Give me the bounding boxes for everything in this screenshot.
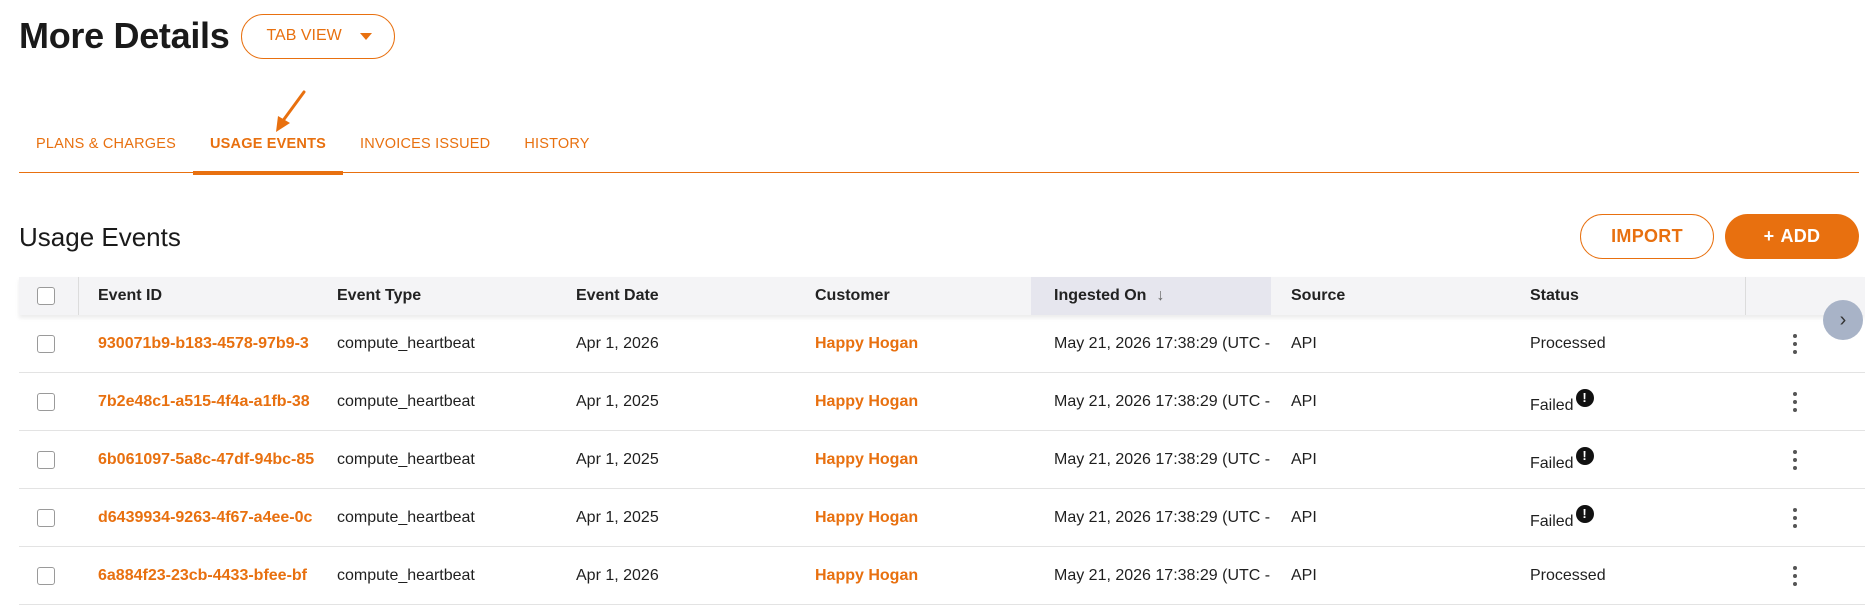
customer-link[interactable]: Happy Hogan bbox=[815, 509, 1015, 527]
event-date: Apr 1, 2026 bbox=[576, 334, 659, 352]
event-type: compute_heartbeat bbox=[337, 334, 475, 352]
error-icon[interactable]: ! bbox=[1575, 388, 1594, 407]
source: API bbox=[1291, 392, 1317, 410]
add-button[interactable]: + ADD bbox=[1725, 214, 1859, 259]
event-date: Apr 1, 2025 bbox=[576, 392, 659, 410]
source: API bbox=[1291, 450, 1317, 468]
plus-icon: + bbox=[1763, 226, 1775, 246]
customer-link[interactable]: Happy Hogan bbox=[815, 393, 1015, 411]
column-header-source[interactable]: Source bbox=[1291, 287, 1491, 305]
event-id-link[interactable]: 6b061097-5a8c-47df-94bc-85 bbox=[98, 451, 333, 469]
column-header-event-id[interactable]: Event ID bbox=[98, 287, 333, 305]
column-header-event-type[interactable]: Event Type bbox=[337, 287, 537, 305]
customer-link[interactable]: Happy Hogan bbox=[815, 451, 1015, 469]
status-label: Processed bbox=[1530, 334, 1606, 352]
view-select-label: TAB VIEW bbox=[266, 27, 342, 44]
usage-events-table: Event ID Event Type Event Date Customer … bbox=[19, 277, 1865, 605]
arrow-down-icon[interactable]: ↓ bbox=[1156, 287, 1164, 305]
ingested-on: May 21, 2026 17:38:29 (UTC - bbox=[1054, 392, 1271, 410]
status-label: Processed bbox=[1530, 566, 1606, 584]
row-checkbox[interactable] bbox=[37, 566, 55, 585]
row-actions-icon[interactable] bbox=[1792, 565, 1798, 586]
tab-plans-charges[interactable]: PLANS & CHARGES bbox=[19, 118, 193, 173]
event-id-link[interactable]: d6439934-9263-4f67-a4ee-0c bbox=[98, 509, 333, 527]
source: API bbox=[1291, 334, 1317, 352]
ingested-on: May 21, 2026 17:38:29 (UTC - bbox=[1054, 566, 1271, 584]
select-all-checkbox[interactable] bbox=[37, 287, 55, 305]
add-button-label: ADD bbox=[1780, 226, 1821, 246]
tab-bar: PLANS & CHARGES USAGE EVENTS INVOICES IS… bbox=[19, 118, 1859, 175]
tab-invoices-issued[interactable]: INVOICES ISSUED bbox=[343, 118, 507, 173]
status-label: Failed bbox=[1530, 512, 1574, 530]
source: API bbox=[1291, 566, 1317, 584]
chevron-down-icon bbox=[359, 32, 372, 40]
row-actions-icon[interactable] bbox=[1792, 507, 1798, 528]
customer-link[interactable]: Happy Hogan bbox=[815, 335, 1015, 353]
error-icon[interactable]: ! bbox=[1575, 504, 1594, 523]
ingested-on: May 21, 2026 17:38:29 (UTC - bbox=[1054, 334, 1271, 352]
scroll-right-button[interactable]: › bbox=[1823, 300, 1863, 340]
error-icon[interactable]: ! bbox=[1575, 446, 1594, 465]
column-divider bbox=[78, 277, 79, 315]
event-type: compute_heartbeat bbox=[337, 450, 475, 468]
column-header-ingested-on[interactable]: Ingested On ↓ bbox=[1054, 287, 1289, 305]
event-id-link[interactable]: 7b2e48c1-a515-4f4a-a1fb-38 bbox=[98, 393, 333, 411]
tab-history[interactable]: HISTORY bbox=[507, 118, 606, 173]
status: Processed bbox=[1530, 567, 1730, 585]
table-row: 6a884f23-23cb-4433-bfee-bf compute_heart… bbox=[19, 547, 1865, 605]
table-header: Event ID Event Type Event Date Customer … bbox=[19, 277, 1865, 315]
event-id-link[interactable]: 930071b9-b183-4578-97b9-3 bbox=[98, 335, 333, 353]
table-row: d6439934-9263-4f67-a4ee-0c compute_heart… bbox=[19, 489, 1865, 547]
column-header-ingested-on-label: Ingested On bbox=[1054, 287, 1147, 304]
ingested-on: May 21, 2026 17:38:29 (UTC - bbox=[1054, 508, 1271, 526]
row-actions-icon[interactable] bbox=[1792, 449, 1798, 470]
table-row: 6b061097-5a8c-47df-94bc-85 compute_heart… bbox=[19, 431, 1865, 489]
event-date: Apr 1, 2025 bbox=[576, 450, 659, 468]
column-header-customer[interactable]: Customer bbox=[815, 287, 1015, 305]
row-actions-icon[interactable] bbox=[1792, 391, 1798, 412]
status: Failed! bbox=[1530, 388, 1730, 415]
table-row: 930071b9-b183-4578-97b9-3 compute_heartb… bbox=[19, 315, 1865, 373]
view-select[interactable]: TAB VIEW bbox=[241, 13, 395, 59]
page-title: More Details bbox=[19, 15, 230, 56]
row-actions-icon[interactable] bbox=[1792, 333, 1798, 354]
status-label: Failed bbox=[1530, 396, 1574, 414]
import-button[interactable]: IMPORT bbox=[1580, 214, 1714, 259]
event-date: Apr 1, 2025 bbox=[576, 508, 659, 526]
event-type: compute_heartbeat bbox=[337, 508, 475, 526]
status-label: Failed bbox=[1530, 454, 1574, 472]
event-id-link[interactable]: 6a884f23-23cb-4433-bfee-bf bbox=[98, 567, 333, 585]
page-header: More Details TAB VIEW bbox=[19, 12, 395, 60]
event-type: compute_heartbeat bbox=[337, 566, 475, 584]
column-header-event-date[interactable]: Event Date bbox=[576, 287, 776, 305]
column-divider bbox=[1745, 277, 1746, 315]
customer-link[interactable]: Happy Hogan bbox=[815, 567, 1015, 585]
status: Failed! bbox=[1530, 446, 1730, 473]
row-checkbox[interactable] bbox=[37, 334, 55, 353]
ingested-on: May 21, 2026 17:38:29 (UTC - bbox=[1054, 450, 1271, 468]
source: API bbox=[1291, 508, 1317, 526]
row-checkbox[interactable] bbox=[37, 392, 55, 411]
status: Processed bbox=[1530, 335, 1730, 353]
table-row: 7b2e48c1-a515-4f4a-a1fb-38 compute_heart… bbox=[19, 373, 1865, 431]
tab-usage-events[interactable]: USAGE EVENTS bbox=[193, 118, 344, 175]
event-type: compute_heartbeat bbox=[337, 392, 475, 410]
status: Failed! bbox=[1530, 504, 1730, 531]
chevron-right-icon: › bbox=[1839, 308, 1847, 331]
section-title: Usage Events bbox=[19, 222, 181, 252]
row-checkbox[interactable] bbox=[37, 450, 55, 469]
column-header-status[interactable]: Status bbox=[1530, 287, 1730, 305]
row-checkbox[interactable] bbox=[37, 508, 55, 527]
event-date: Apr 1, 2026 bbox=[576, 566, 659, 584]
